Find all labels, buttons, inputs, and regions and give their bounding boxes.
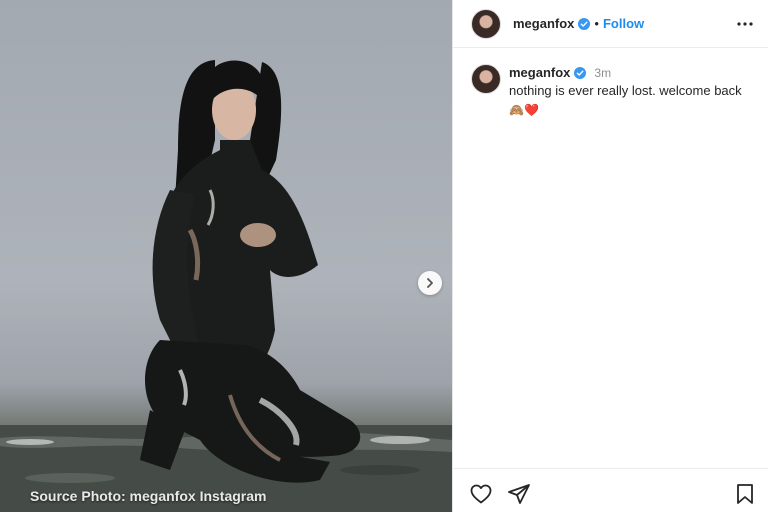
- post-time[interactable]: 3m: [594, 64, 611, 82]
- avatar[interactable]: [471, 8, 501, 39]
- post-header: meganfox • Follow: [453, 0, 768, 48]
- paper-plane-icon: [508, 484, 530, 504]
- caption-avatar[interactable]: [471, 64, 501, 94]
- verified-badge-icon: [578, 17, 591, 30]
- more-options-icon: [737, 22, 753, 26]
- more-options-button[interactable]: [735, 14, 755, 34]
- verified-badge-icon: [574, 67, 587, 79]
- instagram-post-view: Source Photo: meganfox Instagram meganfo…: [0, 0, 768, 512]
- caption-emojis: 🙈❤️: [509, 103, 539, 117]
- separator-dot: •: [594, 16, 599, 31]
- like-button[interactable]: [469, 482, 493, 506]
- heart-icon: [470, 484, 492, 504]
- chevron-right-icon: [427, 278, 433, 288]
- save-button[interactable]: [733, 482, 757, 506]
- watermark: Source Photo: meganfox Instagram: [30, 488, 267, 504]
- post-side-panel: meganfox • Follow meganfox 3m nothing is…: [452, 0, 768, 512]
- follow-button[interactable]: Follow: [603, 16, 644, 31]
- post-caption: meganfox 3m nothing is ever really lost.…: [471, 64, 761, 119]
- caption-text: nothing is ever really lost. welcome bac…: [509, 83, 742, 98]
- username-link[interactable]: meganfox: [513, 16, 574, 31]
- share-button[interactable]: [507, 482, 531, 506]
- next-image-button[interactable]: [418, 271, 442, 295]
- post-photo[interactable]: Source Photo: meganfox Instagram: [0, 0, 452, 512]
- caption-username-link[interactable]: meganfox: [509, 64, 570, 82]
- post-image: [0, 60, 452, 512]
- post-actions-bar: [453, 468, 768, 512]
- bookmark-icon: [737, 484, 753, 504]
- caption-body: meganfox 3m nothing is ever really lost.…: [509, 64, 742, 119]
